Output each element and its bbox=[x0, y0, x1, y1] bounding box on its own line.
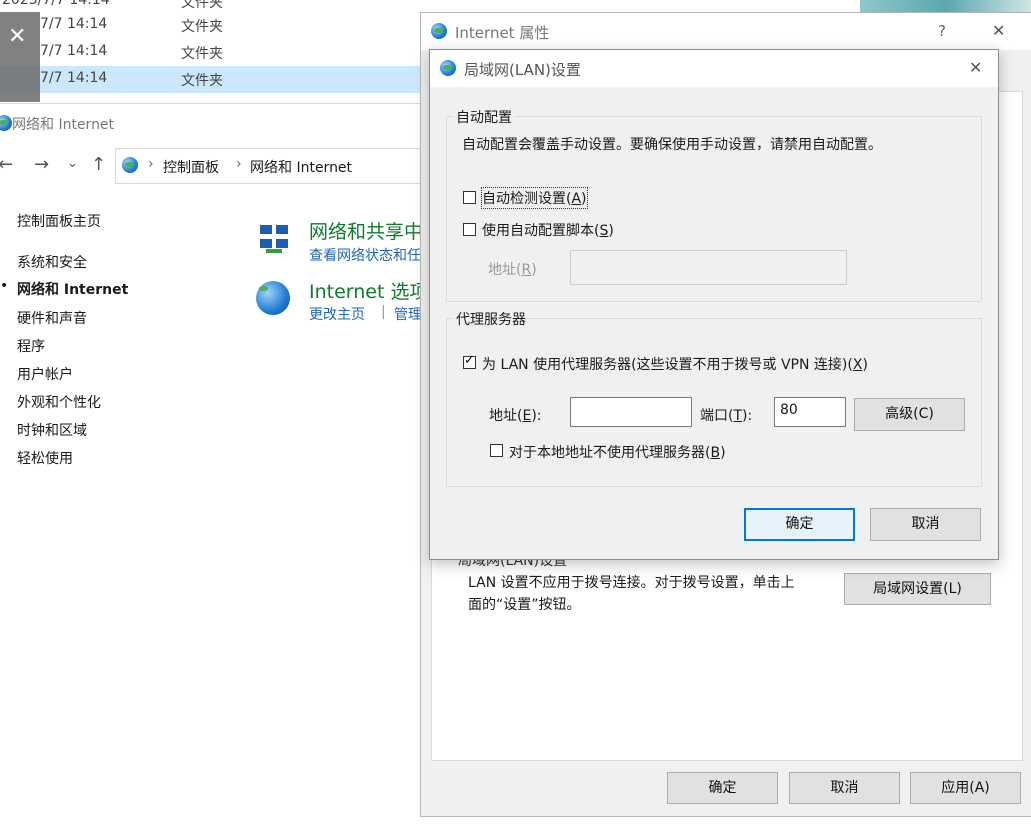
auto-script-checkbox[interactable] bbox=[463, 223, 476, 236]
auto-detect-label[interactable]: 自动检测设置(A) bbox=[481, 187, 588, 209]
control-panel-icon bbox=[122, 157, 138, 173]
close-icon[interactable]: ✕ bbox=[969, 58, 982, 77]
close-icon[interactable]: ✕ bbox=[8, 24, 26, 49]
file-date: 7/7 14:14 bbox=[40, 16, 108, 32]
bypass-local-label[interactable]: 对于本地地址不使用代理服务器(B) bbox=[509, 442, 726, 462]
auto-detect-checkbox[interactable] bbox=[463, 191, 476, 204]
auto-script-label[interactable]: 使用自动配置脚本(S) bbox=[482, 220, 614, 240]
up-arrow-icon[interactable]: ↑ bbox=[91, 154, 106, 175]
breadcrumb-item[interactable]: 控制面板 bbox=[163, 157, 219, 177]
use-proxy-checkbox[interactable] bbox=[463, 353, 476, 369]
file-type: 文件夹 bbox=[181, 73, 223, 89]
script-address-input[interactable] bbox=[570, 250, 847, 285]
internet-icon bbox=[431, 23, 447, 39]
file-type: 文件夹 bbox=[181, 46, 223, 62]
help-icon[interactable]: ? bbox=[938, 22, 946, 40]
proxy-port-input[interactable]: 80 bbox=[774, 397, 846, 427]
proxy-port-label: 端口(T): bbox=[700, 408, 753, 424]
sidebar-item-programs[interactable]: 程序 bbox=[17, 336, 45, 356]
group-label: 代理服务器 bbox=[454, 309, 528, 329]
active-bullet: • bbox=[0, 278, 9, 294]
auto-config-description: 自动配置会覆盖手动设置。要确保使用手动设置，请禁用自动配置。 bbox=[462, 137, 882, 153]
category-internet-options[interactable]: Internet 选项 bbox=[309, 277, 428, 304]
list-item[interactable]: 7/7 14:14 文件夹 bbox=[0, 39, 420, 66]
file-type: 文件夹 bbox=[181, 19, 223, 35]
notification-close-tile[interactable]: ✕ bbox=[0, 12, 40, 102]
chevron-right-icon: › bbox=[148, 156, 154, 172]
sidebar-item-hardware[interactable]: 硬件和声音 bbox=[17, 308, 87, 328]
internet-options-icon bbox=[256, 281, 290, 315]
advanced-button[interactable]: 高级(C) bbox=[854, 398, 965, 431]
chevron-down-icon[interactable]: ⌄ bbox=[67, 156, 78, 171]
window-title: Internet 属性 bbox=[455, 24, 550, 42]
file-date: 2023/7/7 14:14 bbox=[2, 0, 110, 8]
cancel-button[interactable]: 取消 bbox=[789, 772, 900, 804]
file-date: 7/7 14:14 bbox=[40, 43, 108, 59]
link-view-network-status[interactable]: 查看网络状态和任务 bbox=[309, 245, 435, 265]
close-icon[interactable]: ✕ bbox=[992, 21, 1005, 40]
ok-button[interactable]: 确定 bbox=[667, 772, 778, 804]
sidebar-item-clock[interactable]: 时钟和区域 bbox=[17, 420, 87, 440]
lan-description-line2: 面的“设置”按钮。 bbox=[468, 597, 581, 613]
breadcrumb-item[interactable]: 网络和 Internet bbox=[250, 157, 352, 177]
list-item[interactable]: 7/7 14:14 文件夹 bbox=[0, 66, 420, 93]
file-date: 7/7 14:14 bbox=[40, 70, 108, 86]
proxy-address-label: 地址(E): bbox=[489, 408, 542, 424]
link-separator: | bbox=[381, 304, 386, 320]
sidebar-item-accounts[interactable]: 用户帐户 bbox=[17, 364, 73, 384]
lan-description-line1: LAN 设置不应用于拨号连接。对于拨号设置，单击上 bbox=[468, 575, 795, 591]
network-sharing-icon bbox=[256, 221, 292, 257]
list-item[interactable]: 7/7 14:14 文件夹 bbox=[0, 12, 420, 39]
lan-settings-dialog: 局域网(LAN)设置 ✕ 自动配置 自动配置会覆盖手动设置。要确保使用手动设置，… bbox=[429, 49, 999, 560]
lan-settings-button[interactable]: 局域网设置(L) bbox=[844, 573, 991, 605]
file-type: 文件夹 bbox=[181, 0, 223, 11]
sidebar-item-appearance[interactable]: 外观和个性化 bbox=[17, 392, 101, 412]
sidebar-item-network[interactable]: 网络和 Internet bbox=[17, 279, 128, 299]
use-proxy-label[interactable]: 为 LAN 使用代理服务器(这些设置不用于拨号或 VPN 连接)(X) bbox=[482, 354, 868, 374]
sidebar-item-home[interactable]: 控制面板主页 bbox=[17, 211, 101, 231]
forward-arrow-icon[interactable]: → bbox=[34, 154, 49, 175]
dialog-title: 局域网(LAN)设置 bbox=[464, 61, 581, 79]
script-address-label: 地址(R) bbox=[488, 262, 537, 278]
link-manage[interactable]: 管理 bbox=[394, 304, 422, 324]
sidebar-item-ease[interactable]: 轻松使用 bbox=[17, 448, 73, 468]
group-label: 自动配置 bbox=[454, 107, 514, 127]
chevron-right-icon: › bbox=[236, 156, 242, 172]
cancel-button[interactable]: 取消 bbox=[870, 508, 981, 541]
wallpaper-strip bbox=[860, 0, 1031, 12]
ok-button[interactable]: 确定 bbox=[744, 508, 855, 541]
sidebar-item-security[interactable]: 系统和安全 bbox=[17, 252, 87, 272]
window-title: 网络和 Internet bbox=[12, 117, 115, 133]
bypass-local-checkbox[interactable] bbox=[490, 444, 503, 457]
back-arrow-icon[interactable]: ← bbox=[0, 154, 13, 175]
network-icon bbox=[0, 115, 12, 131]
breadcrumb[interactable]: › 控制面板 › 网络和 Internet bbox=[115, 148, 436, 184]
proxy-address-input[interactable] bbox=[570, 397, 692, 427]
internet-icon bbox=[440, 60, 456, 76]
apply-button[interactable]: 应用(A) bbox=[910, 772, 1021, 804]
control-panel-window: 网络和 Internet ← → ⌄ ↑ › 控制面板 › 网络和 Intern… bbox=[0, 103, 442, 836]
link-change-homepage[interactable]: 更改主页 bbox=[309, 304, 365, 324]
